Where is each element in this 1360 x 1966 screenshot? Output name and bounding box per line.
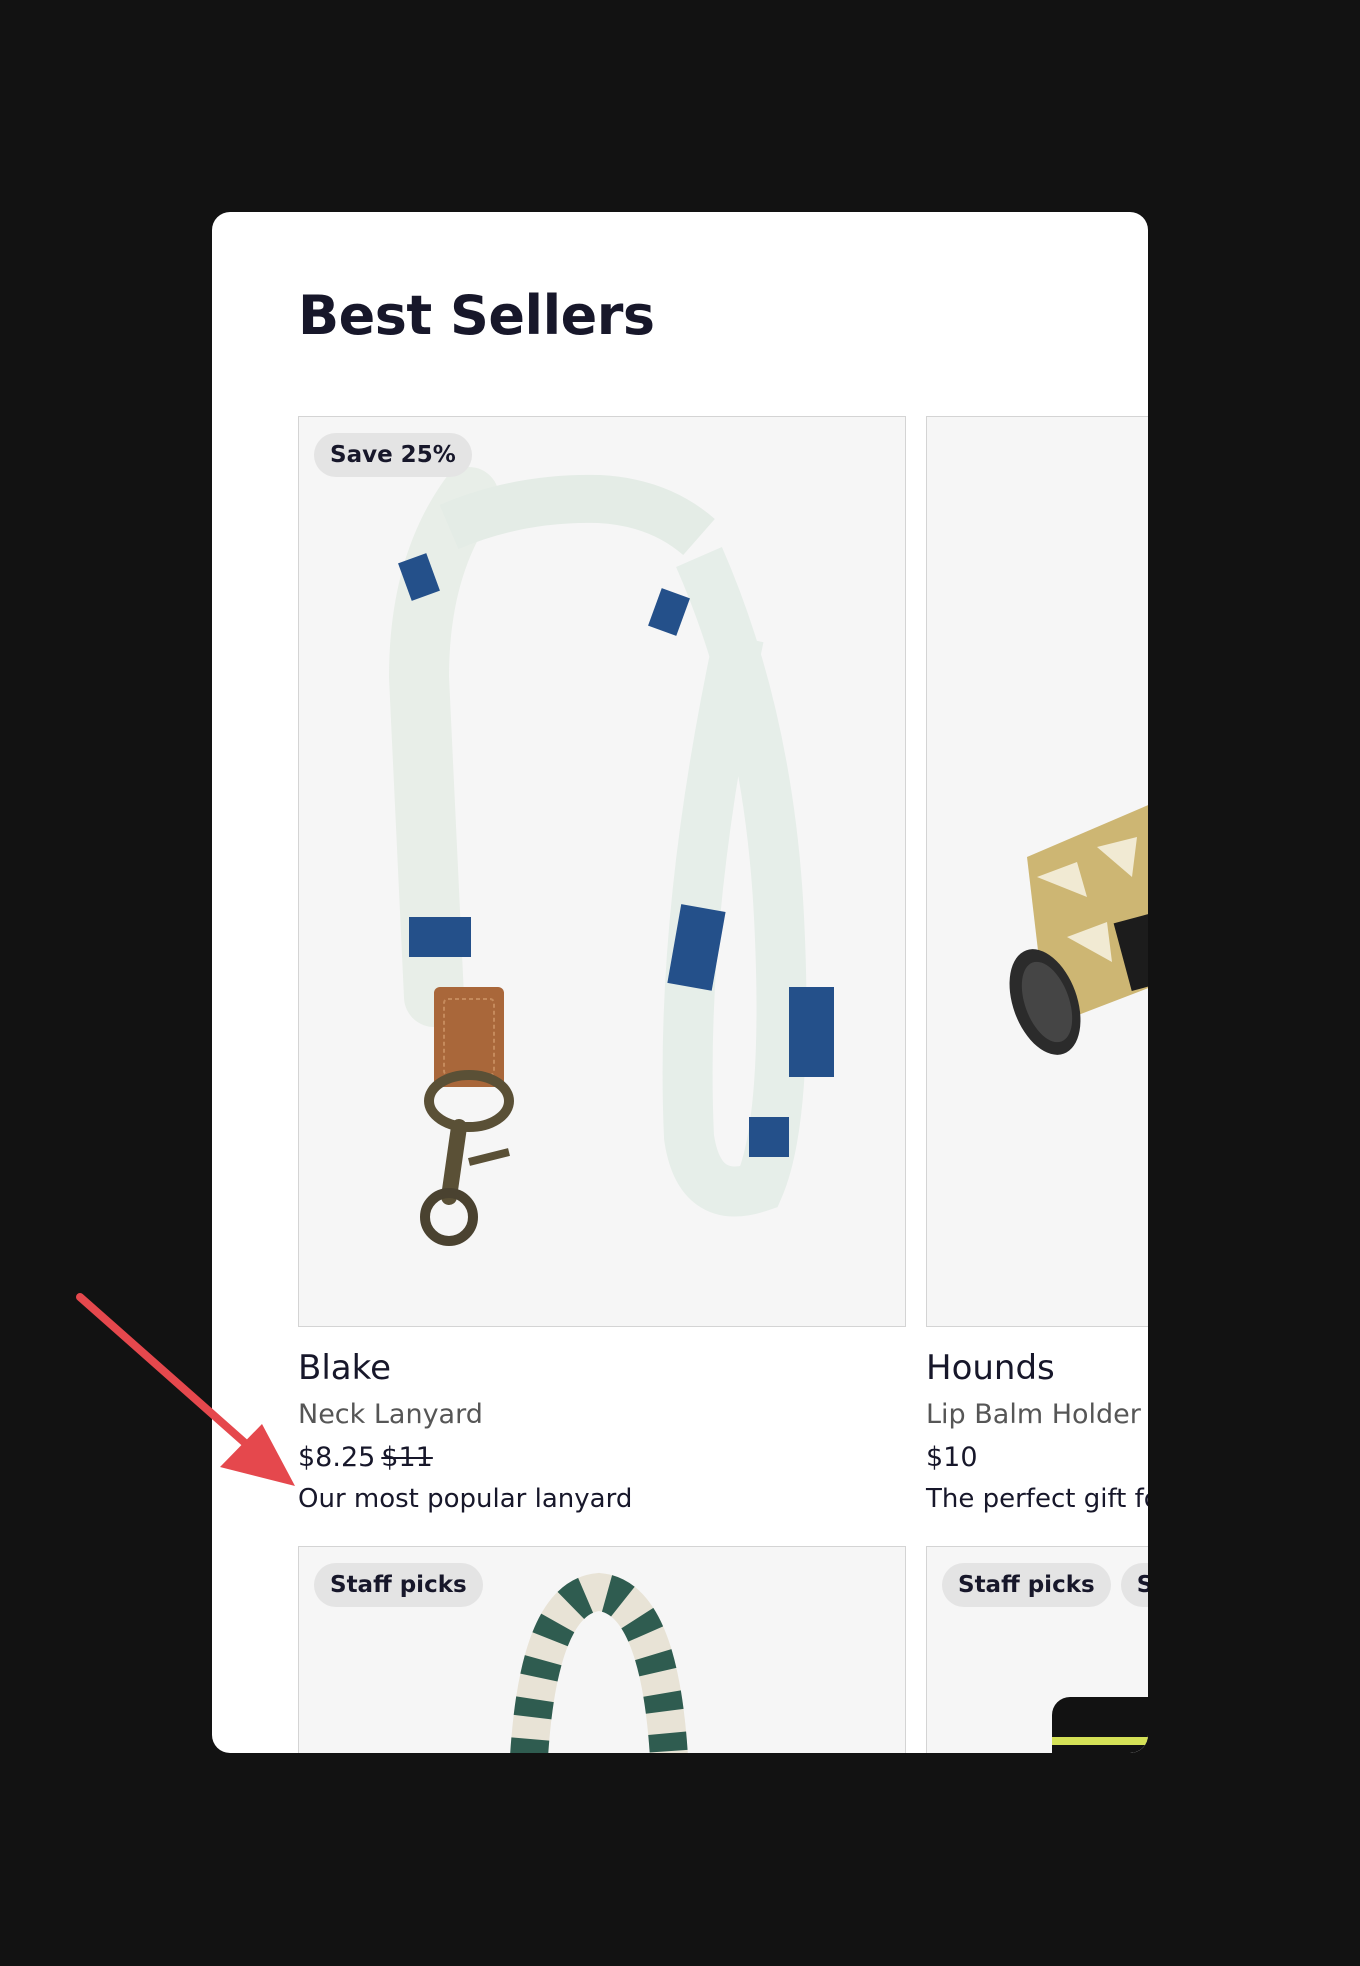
sale-badge: Sa — [1120, 1563, 1148, 1607]
sale-badge: Save 25% — [314, 433, 472, 477]
current-price: $10 — [926, 1442, 978, 1473]
original-price: $11 — [381, 1442, 433, 1473]
product-image[interactable]: Staff picks Sa — [926, 1546, 1148, 1753]
section-title: Best Sellers — [298, 284, 655, 347]
product-name[interactable]: Hounds — [926, 1348, 1055, 1388]
product-name[interactable]: Blake — [298, 1348, 391, 1388]
best-sellers-panel: Best Sellers Save 25% Blake Neck Lanyard… — [212, 212, 1148, 1753]
staff-picks-badge: Staff picks — [314, 1563, 483, 1607]
product-type: Neck Lanyard — [298, 1399, 483, 1430]
product-description: The perfect gift fo — [926, 1484, 1148, 1514]
product-price: $10 — [926, 1442, 978, 1473]
product-description: Our most popular lanyard — [298, 1484, 633, 1514]
product-type: Lip Balm Holder — [926, 1399, 1141, 1430]
current-price: $8.25 — [298, 1442, 376, 1473]
product-price: $8.25 $11 — [298, 1442, 433, 1473]
product-image[interactable]: Staff picks — [298, 1546, 906, 1753]
lanyard-image — [388, 467, 834, 1246]
product-image-hounds[interactable] — [926, 416, 1148, 1327]
lip-balm-holder-image — [1009, 805, 1148, 1055]
staff-picks-badge: Staff picks — [942, 1563, 1111, 1607]
product-image-blake[interactable]: Save 25% — [298, 416, 906, 1327]
